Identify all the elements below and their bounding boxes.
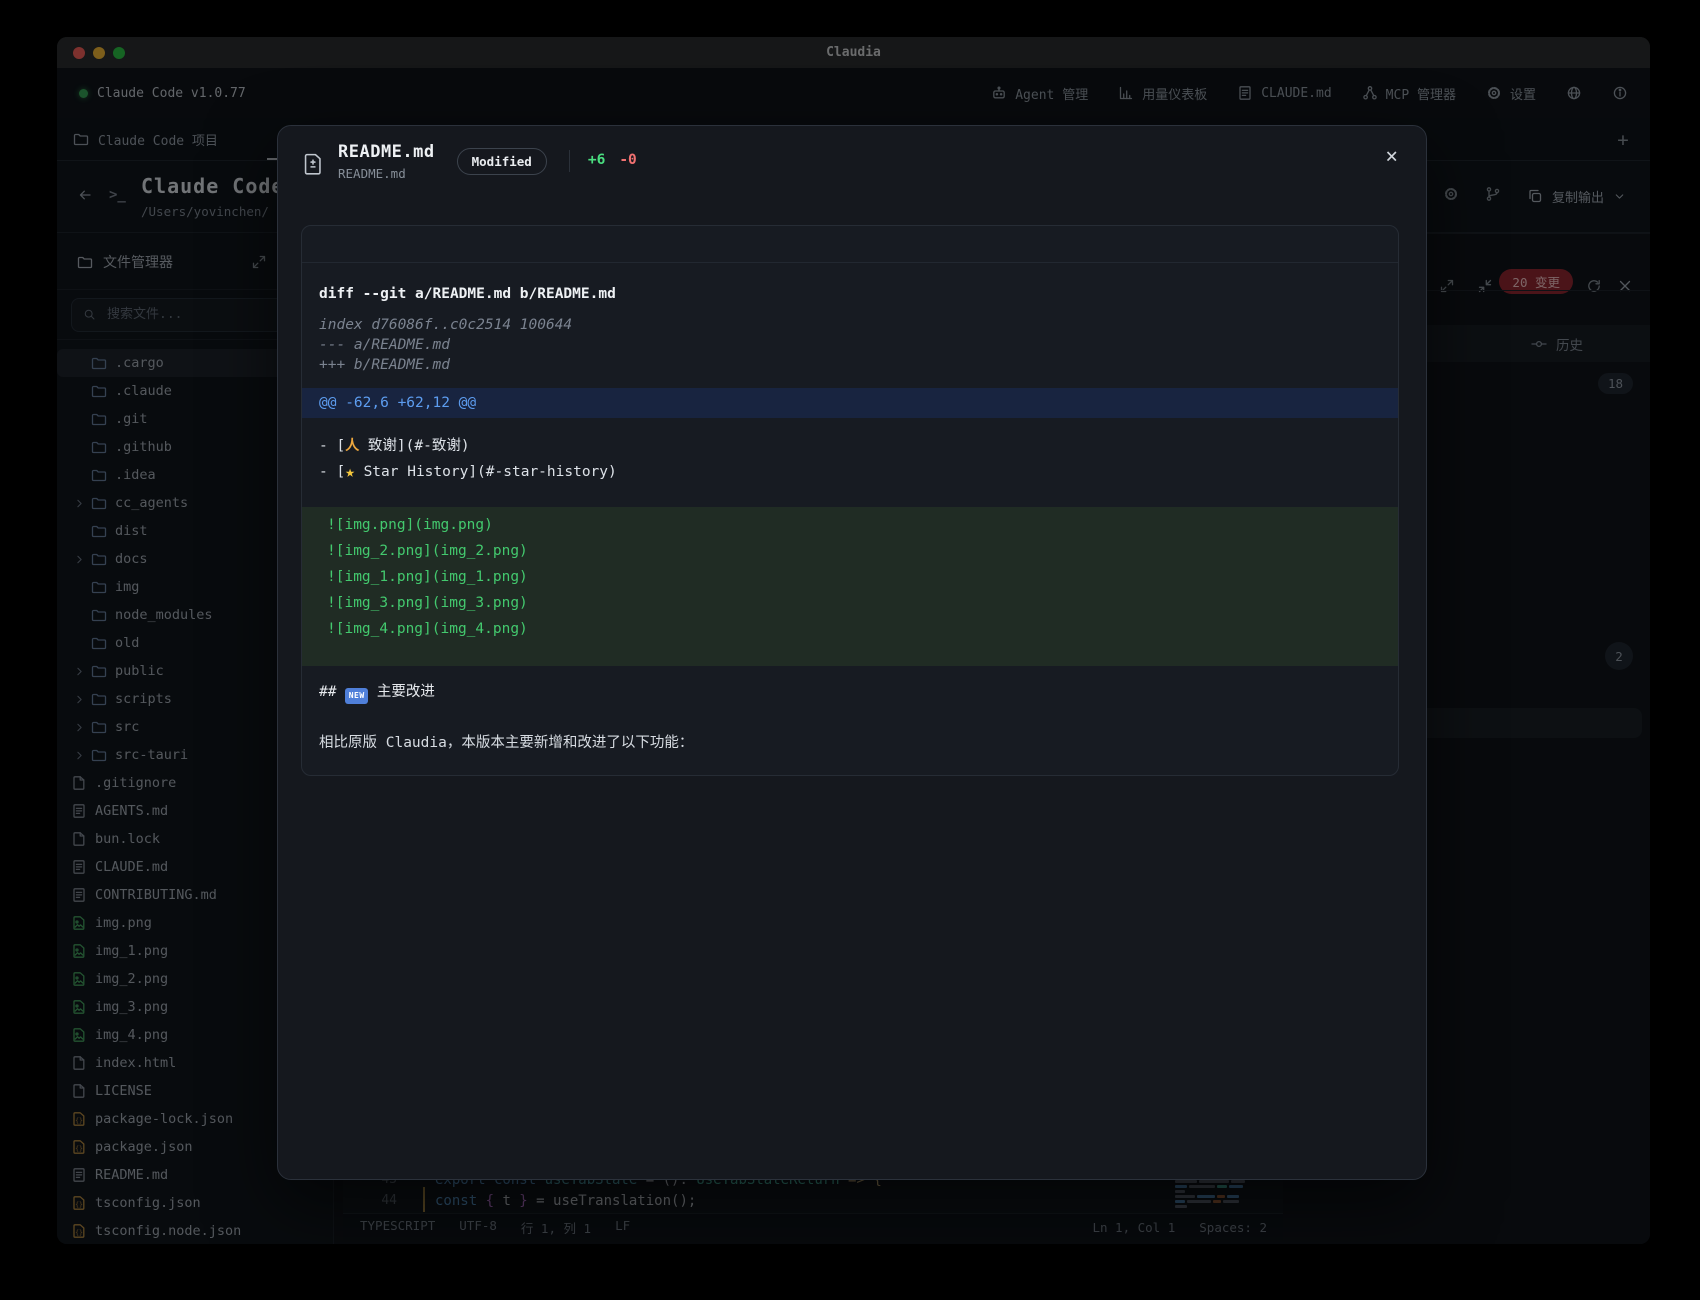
diff-heading-line: ## NEW 主要改进 xyxy=(319,680,1381,704)
divider xyxy=(569,150,570,172)
diff-paragraph: 相比原版 Claudia，本版本主要新增和改进了以下功能： xyxy=(319,731,1381,755)
diff-added-block: ![img.png](img.png)![img_2.png](img_2.pn… xyxy=(302,507,1398,666)
pray-emoji: 人 xyxy=(345,433,359,459)
additions-count: +6 xyxy=(588,152,605,168)
diff-added-line: ![img.png](img.png) xyxy=(302,512,1398,538)
modal-header: README.md README.md Modified +6 -0 xyxy=(301,142,1403,202)
diff-meta-line: --- a/README.md xyxy=(319,335,1381,355)
diff-modal: README.md README.md Modified +6 -0 × dif… xyxy=(277,125,1427,1180)
diff-context-line: - [★ Star History](#-star-history) xyxy=(319,459,1381,485)
diff-added-line: ![img_2.png](img_2.png) xyxy=(302,538,1398,564)
diff-card-toolbar xyxy=(302,226,1398,263)
diff-added-line: ![img_1.png](img_1.png) xyxy=(302,564,1398,590)
diff-meta-line: index d76086f..c0c2514 100644 xyxy=(319,315,1381,335)
star-emoji: ★ xyxy=(345,459,355,485)
diff-meta-line: +++ b/README.md xyxy=(319,355,1381,375)
file-diff-icon xyxy=(301,150,325,178)
new-emoji: NEW xyxy=(345,688,368,704)
diff-card: diff --git a/README.md b/README.md index… xyxy=(301,225,1399,776)
diff-context-lines: - [人 致谢](#-致谢)- [★ Star History](#-star-… xyxy=(319,433,1381,485)
modal-close-button[interactable]: × xyxy=(1385,146,1398,167)
modal-title: README.md xyxy=(338,142,435,162)
modal-subtitle: README.md xyxy=(338,166,435,181)
app-window: Claudia Claude Code v1.0.77 Agent 管理用量仪表… xyxy=(57,37,1650,1244)
diff-content: diff --git a/README.md b/README.md index… xyxy=(302,263,1398,755)
diff-context-line: - [人 致谢](#-致谢) xyxy=(319,433,1381,459)
diff-meta: index d76086f..c0c2514 100644--- a/READM… xyxy=(319,315,1381,375)
modified-badge: Modified xyxy=(457,148,547,175)
diff-added-line: ![img_4.png](img_4.png) xyxy=(302,616,1398,642)
diff-added-line: ![img_3.png](img_3.png) xyxy=(302,590,1398,616)
desktop-background: Claudia Claude Code v1.0.77 Agent 管理用量仪表… xyxy=(0,0,1700,1300)
diff-hunk-header: @@ -62,6 +62,12 @@ xyxy=(302,388,1398,418)
diff-command: diff --git a/README.md b/README.md xyxy=(319,283,1381,305)
deletions-count: -0 xyxy=(619,152,636,168)
